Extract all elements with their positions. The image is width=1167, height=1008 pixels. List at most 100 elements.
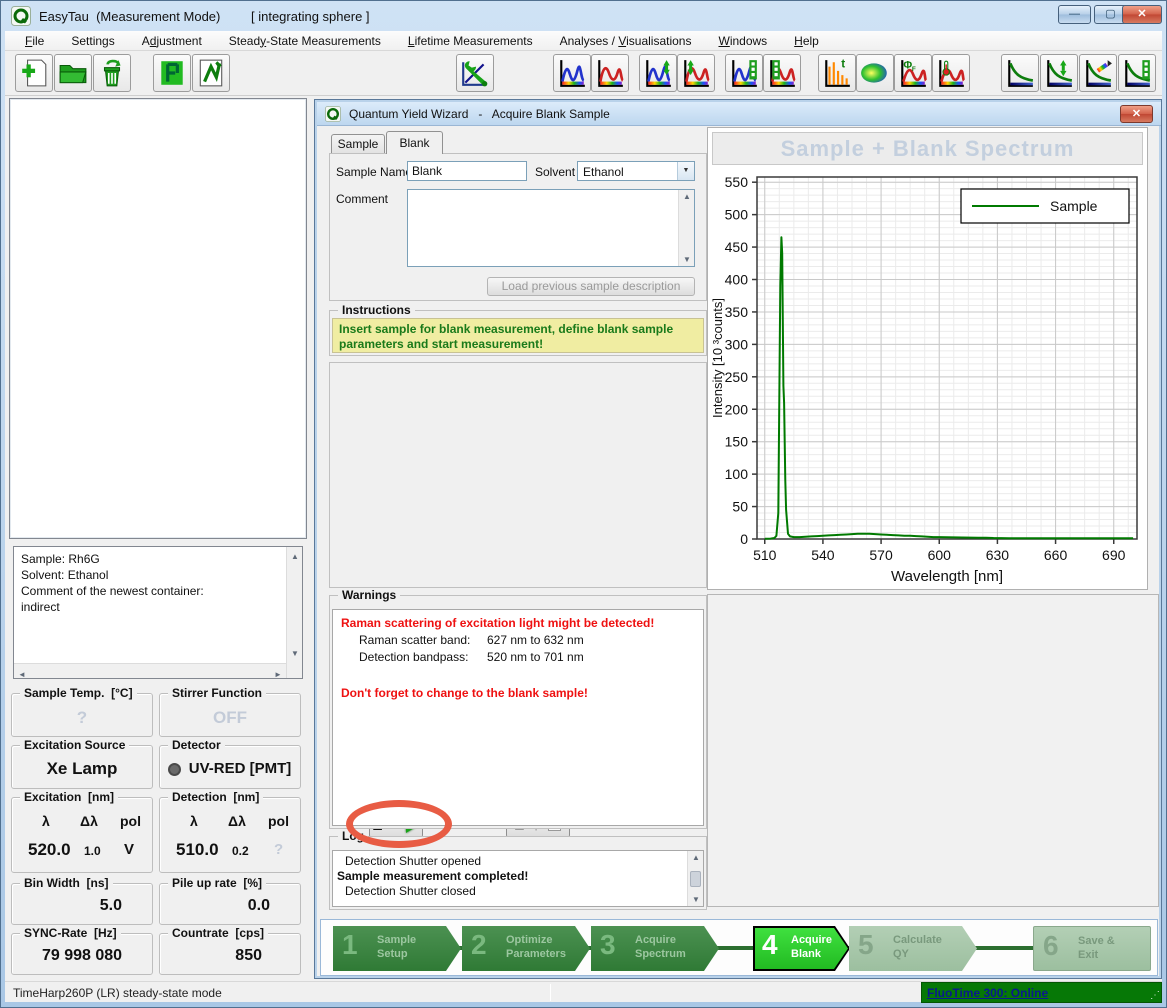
red-spectrum-film-icon	[767, 58, 797, 88]
scroll-left-icon[interactable]: ◄	[14, 667, 30, 683]
lifetime-scan-button[interactable]	[1040, 54, 1078, 92]
lifetime-rainbow-button[interactable]	[1079, 54, 1117, 92]
scroll-up-icon[interactable]: ▲	[287, 549, 303, 565]
svg-text:690: 690	[1102, 547, 1126, 563]
emission-series-button[interactable]	[763, 54, 801, 92]
red-spectrum-arrows-icon	[681, 58, 711, 88]
menu-windows[interactable]: Windows	[718, 34, 767, 48]
scroll-down-icon[interactable]: ▼	[688, 895, 704, 904]
measurement-list[interactable]	[9, 98, 307, 539]
sample-description-box[interactable]: Sample: Rh6G Solvent: Ethanol Comment of…	[13, 546, 303, 679]
menu-help[interactable]: Help	[794, 34, 819, 48]
temperature-spectrum-button[interactable]	[932, 54, 970, 92]
excitation-scan-button[interactable]	[639, 54, 677, 92]
wizard-title-bar: Quantum Yield Wizard - Acquire Blank Sam…	[317, 102, 1161, 126]
thermometer-spectrum-icon	[936, 58, 966, 88]
pileup-group: Pile up rate [%] 0.0	[159, 883, 301, 925]
app-logo-icon	[11, 6, 31, 26]
menu-adjustment[interactable]: Adjustment	[142, 34, 202, 48]
step-1-sample-setup[interactable]: 1 SampleSetup	[333, 926, 461, 971]
minimize-button[interactable]: —	[1058, 5, 1091, 24]
step-2-optimize-parameters[interactable]: 2 OptimizeParameters	[462, 926, 590, 971]
excitation-source-label: Excitation Source	[20, 738, 129, 752]
pileup-value: 0.0	[160, 897, 300, 915]
tres-map-button[interactable]	[856, 54, 894, 92]
svg-text:630: 630	[986, 547, 1010, 563]
warning-raman-band: Raman scatter band:627 nm to 632 nm	[341, 633, 695, 647]
quantum-yield-button[interactable]: ΦF	[894, 54, 932, 92]
contour-map-icon	[860, 58, 890, 88]
status-instrument-online: FluoTime 300: Online ⋰	[921, 982, 1162, 1003]
tcspc-decay-button[interactable]: t	[818, 54, 856, 92]
scroll-down-icon[interactable]: ▼	[287, 646, 303, 662]
tab-sample[interactable]: Sample	[331, 134, 385, 154]
status-online-text: FluoTime 300: Online	[927, 986, 1048, 1000]
detection-bandwidth-value: 0.2	[232, 844, 249, 858]
scroll-up-icon[interactable]: ▲	[679, 192, 695, 201]
excitation-series-button[interactable]	[725, 54, 763, 92]
wizard-title: Quantum Yield Wizard - Acquire Blank Sam…	[349, 107, 610, 121]
solvent-select[interactable]: Ethanol ▼	[577, 161, 695, 181]
resize-grip-icon[interactable]: ⋰	[1150, 990, 1160, 1001]
delete-button[interactable]	[93, 54, 131, 92]
decay-icon	[1005, 58, 1035, 88]
detector-value: UV-RED [PMT]	[170, 760, 310, 777]
instructions-label: Instructions	[338, 303, 415, 317]
menu-steady-state[interactable]: Steady-State Measurements	[229, 34, 381, 48]
step-5-calculate-qy[interactable]: 5 CalculateQY	[849, 926, 977, 971]
menu-file[interactable]: File	[25, 34, 44, 48]
menu-analyses[interactable]: Analyses / Visualisations	[560, 34, 692, 48]
step-3-acquire-spectrum[interactable]: 3 AcquireSpectrum	[591, 926, 719, 971]
warning-blank-note: Don't forget to change to the blank samp…	[341, 686, 695, 700]
emission-spectrum-button[interactable]	[591, 54, 629, 92]
chevron-down-icon[interactable]: ▼	[677, 162, 694, 180]
new-measurement-button[interactable]	[15, 54, 53, 92]
bin-width-label: Bin Width [ns]	[20, 876, 113, 890]
warning-bandpass: Detection bandpass:520 nm to 701 nm	[341, 650, 695, 664]
svg-text:Intensity [10 ³counts]: Intensity [10 ³counts]	[710, 298, 725, 418]
step-4-acquire-blank[interactable]: 4 AcquireBlank	[753, 926, 850, 971]
scroll-right-icon[interactable]: ►	[270, 667, 286, 683]
lifetime-decay-button[interactable]	[1001, 54, 1039, 92]
load-previous-description-button[interactable]: Load previous sample description	[487, 277, 695, 296]
svg-text:250: 250	[725, 369, 749, 385]
decay-rainbow-icon	[1083, 58, 1113, 88]
blue-spectrum-film-icon	[729, 58, 759, 88]
open-button[interactable]	[54, 54, 92, 92]
emission-scan-button[interactable]	[677, 54, 715, 92]
detection-label: Detection [nm]	[168, 790, 263, 804]
tab-blank[interactable]: Blank	[386, 131, 443, 154]
sync-rate-label: SYNC-Rate [Hz]	[20, 926, 121, 940]
menu-lifetime[interactable]: Lifetime Measurements	[408, 34, 533, 48]
close-button[interactable]: ✕	[1122, 5, 1162, 24]
edit-script-button[interactable]	[192, 54, 230, 92]
svg-text:550: 550	[725, 174, 749, 190]
excitation-pol-value: V	[124, 841, 134, 858]
decay-arrows-icon	[1044, 58, 1074, 88]
scroll-down-icon[interactable]: ▼	[679, 255, 695, 264]
detector-group: Detector UV-RED [PMT]	[159, 745, 301, 789]
stirrer-label: Stirrer Function	[168, 686, 266, 700]
desc-vertical-scrollbar[interactable]: ▲ ▼	[286, 547, 302, 678]
blue-spectrum-icon	[557, 58, 587, 88]
tcspc-bars-icon: t	[822, 58, 852, 88]
folder-icon	[58, 58, 88, 88]
lifetime-series-button[interactable]	[1118, 54, 1156, 92]
adjustment-tools-button[interactable]	[456, 54, 494, 92]
scroll-up-icon[interactable]: ▲	[688, 853, 704, 862]
step-6-save-exit[interactable]: 6 Save &Exit	[1033, 926, 1151, 971]
desc-horizontal-scrollbar[interactable]: ◄ ►	[14, 663, 286, 678]
component-button[interactable]	[153, 54, 191, 92]
svg-text:F: F	[912, 66, 916, 73]
sample-name-input[interactable]	[407, 161, 527, 181]
menu-settings[interactable]: Settings	[71, 34, 114, 48]
svg-text:0: 0	[740, 531, 748, 547]
comment-scrollbar[interactable]: ▲ ▼	[678, 190, 694, 266]
excitation-spectrum-button[interactable]	[553, 54, 591, 92]
wizard-close-button[interactable]: ✕	[1120, 105, 1153, 123]
log-box[interactable]: Detection Shutter opened Sample measurem…	[332, 850, 704, 907]
log-scrollbar[interactable]: ▲ ▼	[687, 851, 703, 906]
comment-textarea[interactable]: ▲ ▼	[407, 189, 695, 267]
scrollbar-thumb[interactable]	[690, 871, 701, 887]
comment-label: Comment	[336, 192, 388, 206]
